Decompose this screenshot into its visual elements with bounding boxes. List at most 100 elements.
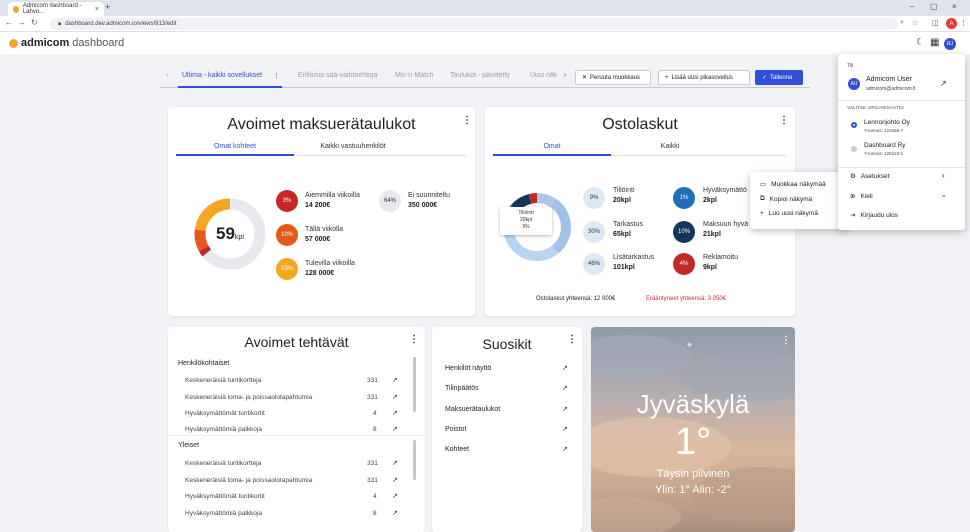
bookmark-star-icon[interactable]: ☆ [912,19,918,27]
ei-suunniteltu-label: Ei suunniteltu 350 000€ [408,191,450,211]
forward-icon[interactable]: → [18,18,26,27]
tasks-scrollbar-2[interactable] [413,440,416,480]
dashboard-tab-mix[interactable]: Mix-n-Match [395,72,434,79]
tilointi-pct-circle: 9% [583,187,605,209]
task-row[interactable]: Keskeneräisiä tuntikortteja [185,460,261,467]
open-external-icon[interactable]: ↗ [562,425,568,433]
tehtavat-card: Avoimet tehtävät ⋮ Henkilökohtaiset Kesk… [168,327,425,532]
task-count: 8 [373,510,377,517]
org-radio-selected[interactable] [851,122,857,128]
open-external-icon[interactable]: ↗ [392,476,398,484]
org-name[interactable]: Dashboard Ry [864,142,906,149]
task-row[interactable]: Keskeneräisiä tuntikortteja [185,377,261,384]
save-button[interactable]: ✓ Tallenna [755,70,803,85]
address-bar: ← → ↻ 🔒︎ dashboard.dev.admicom.io/views/… [0,16,970,32]
open-external-icon[interactable]: ↗ [392,393,398,401]
apps-grid-icon[interactable]: ▦ [930,37,939,48]
dashboard-tab-uusi[interactable]: Uusi näk [530,72,557,79]
card-menu-icon[interactable]: ⋮ [567,334,577,345]
new-view-item[interactable]: + Luo uusi näkymä [760,210,818,217]
url-text: dashboard.dev.admicom.io/views/913/edit [65,21,177,27]
close-tab-icon[interactable]: × [95,6,99,13]
tulevat-pct-circle: 23% [276,258,298,280]
zoom-icon[interactable]: ⌕ [900,19,904,27]
favorite-item[interactable]: Poistot [445,426,466,433]
favorite-item[interactable]: Kohteet [445,446,469,453]
open-external-icon[interactable]: ↗ [562,445,568,453]
language-item[interactable]: ⊕ Kieli [850,192,873,201]
dark-mode-icon[interactable]: ☾ [916,37,925,48]
tabs-scroll-right-icon[interactable]: › [564,72,566,79]
maksuerat-card: Avoimet maksuerätaulukot ⋮ Omat kohteet … [168,107,475,316]
card-menu-icon[interactable]: ⋮ [409,334,419,345]
card-menu-icon[interactable]: ⋮ [462,115,472,126]
tulevat-label: Tulevilla viikoilla 128 000€ [305,259,355,279]
task-row[interactable]: Hyväksymättömiä palkkoja [185,510,262,517]
open-external-icon[interactable]: ↗ [392,492,398,500]
open-external-icon[interactable]: ↗ [940,79,947,88]
favorite-item[interactable]: Henkilöt näyttö [445,365,491,372]
browser-profile-avatar[interactable]: A [946,18,957,29]
logout-item[interactable]: ⇥ Kirjaudu ulos [850,211,898,220]
task-row[interactable]: Hyväksymättömiä palkkoja [185,426,262,433]
back-icon[interactable]: ← [5,18,13,27]
subtab-omat[interactable]: Omat [493,143,611,150]
open-external-icon[interactable]: ↗ [392,459,398,467]
tooltip-title: Tiliöinti [518,210,534,216]
task-count: 4 [373,410,377,417]
admicom-logo[interactable]: admicom dashboard [9,37,124,49]
org-name[interactable]: Lennonjohto Oy [864,119,910,126]
dashboard-tab-taulukot[interactable]: Taulukot - päivitetty [450,72,510,79]
minimize-icon[interactable]: – [910,2,914,11]
copy-view-item[interactable]: ⧉ Kopioi näkymä [760,195,812,203]
dashboard-tab-ultima[interactable]: Ultima - kaikki sovellukset [182,72,262,79]
maximize-icon[interactable]: ▢ [930,2,938,11]
browser-menu-icon[interactable]: ⋮ [960,19,967,27]
open-external-icon[interactable]: ↗ [392,409,398,417]
ei-suunniteltu-pct-circle: 64% [379,190,401,212]
subtab-kaikki-vastuuhenkilot[interactable]: Kaikki vastuuhenkilöt [294,143,412,150]
card-menu-icon[interactable]: ⋮ [781,335,791,346]
tabs-scroll-left-icon[interactable]: ‹ [166,72,168,79]
task-row[interactable]: Keskeneräisiä loma- ja poissaolotapahtum… [185,477,312,484]
open-external-icon[interactable]: ↗ [562,364,568,372]
open-external-icon[interactable]: ↗ [562,405,568,413]
new-tab-icon[interactable]: + [105,2,110,12]
url-field[interactable]: 🔒︎ dashboard.dev.admicom.io/views/913/ed… [50,18,898,30]
divider [838,167,965,168]
cancel-edit-button[interactable]: ✕ Peruuta muokkaus [575,70,651,85]
subtab-indicator [493,154,611,156]
favorite-item[interactable]: Maksuerätaulukot [445,406,500,413]
user-avatar[interactable]: RJ [944,38,956,50]
hyvaksymatto-label-text: Hyväksymättö [703,187,747,194]
sidepanel-icon[interactable]: ◫ [932,19,939,27]
tasks-scrollbar[interactable] [413,357,416,412]
open-external-icon[interactable]: ↗ [392,376,398,384]
subtab-kaikki[interactable]: Kaikki [611,143,729,150]
open-external-icon[interactable]: ↗ [392,509,398,517]
account-avatar: AU [848,78,860,90]
browser-tab[interactable]: Admicom dashboard - Lahvo... × [8,2,104,16]
talla-label-text: Tällä viikolla [305,226,344,233]
tab-kebab-icon[interactable]: ⋮ [273,72,280,80]
open-external-icon[interactable]: ↗ [392,425,398,433]
chevron-down-icon: ⌄ [941,192,947,199]
settings-item[interactable]: ⚙ Asetukset [850,172,889,181]
weather-description: Täysin pilvinen [656,468,730,480]
task-row[interactable]: Hyväksymättömät tuntikortit [185,493,265,500]
location-pin-icon: ⌖ [687,340,693,350]
subtab-omat-kohteet[interactable]: Omat kohteet [176,143,294,150]
dashboard-tab-saa[interactable]: Erillaisia sää-vaihtoehtoja [298,72,377,79]
reklamoitu-pct-circle: 4% [673,253,695,275]
reload-icon[interactable]: ↻ [31,18,38,27]
task-row[interactable]: Keskeneräisiä loma- ja poissaolotapahtum… [185,394,312,401]
task-row[interactable]: Hyväksymättömät tuntikortit [185,410,265,417]
favorite-item[interactable]: Tilinpäätös [445,385,479,392]
open-external-icon[interactable]: ↗ [562,384,568,392]
ei-suunniteltu-label-text: Ei suunniteltu [408,192,451,199]
org-radio[interactable] [851,146,857,152]
card-menu-icon[interactable]: ⋮ [779,115,789,126]
add-quick-app-button[interactable]: + Lisää uusi pikasovellus [658,70,750,85]
close-window-icon[interactable]: × [952,2,957,11]
edit-view-item[interactable]: ▭ Muokkaa näkymää [760,180,826,189]
